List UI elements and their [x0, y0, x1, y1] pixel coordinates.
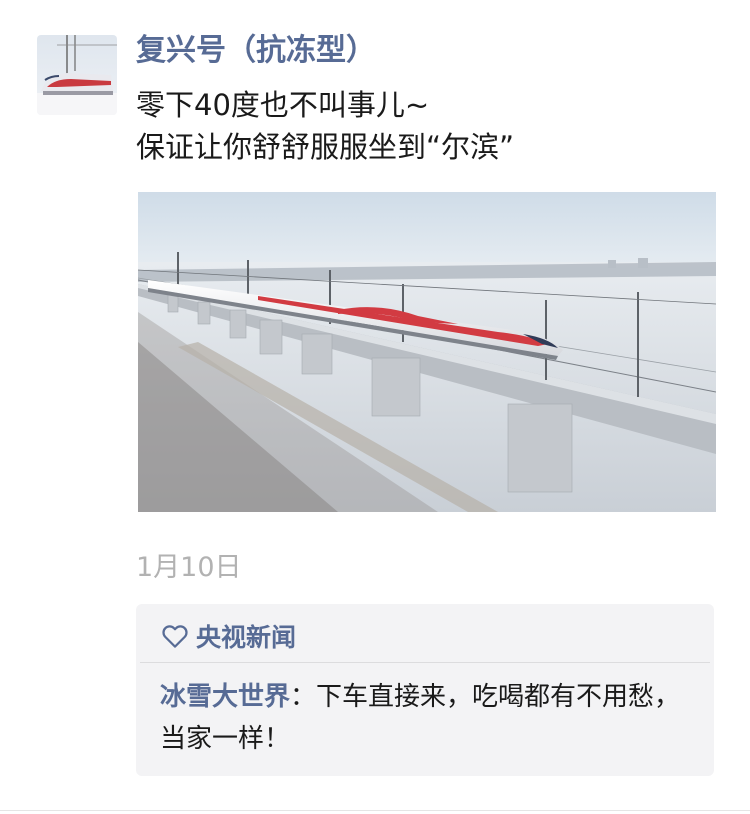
post-photo[interactable]	[138, 192, 716, 512]
divider	[140, 662, 710, 663]
post-text: 零下40度也不叫事儿~ 保证让你舒舒服服坐到“尔滨”	[136, 84, 726, 168]
post-text-line: 零下40度也不叫事儿~	[136, 88, 430, 122]
comment-author[interactable]: 冰雪大世界	[160, 682, 290, 712]
moments-post: 复兴号（抗冻型） 零下40度也不叫事儿~ 保证让你舒舒服服坐到“尔滨” 1月10…	[0, 0, 750, 814]
liker-name[interactable]: 央视新闻	[196, 618, 296, 654]
post-time: 1月10日	[136, 552, 242, 583]
divider	[0, 810, 750, 811]
post-author[interactable]: 复兴号（抗冻型）	[136, 30, 376, 72]
post-text-line: 保证让你舒舒服服坐到“尔滨”	[136, 130, 515, 164]
likes-row: 央视新闻	[160, 618, 296, 654]
avatar[interactable]	[37, 35, 117, 115]
comment-item[interactable]: 冰雪大世界：下车直接来，吃喝都有不用愁，当家一样！	[160, 676, 705, 760]
interaction-panel: 央视新闻 冰雪大世界：下车直接来，吃喝都有不用愁，当家一样！	[136, 604, 714, 776]
comment-separator: ：	[290, 682, 317, 712]
heart-icon	[160, 621, 190, 651]
